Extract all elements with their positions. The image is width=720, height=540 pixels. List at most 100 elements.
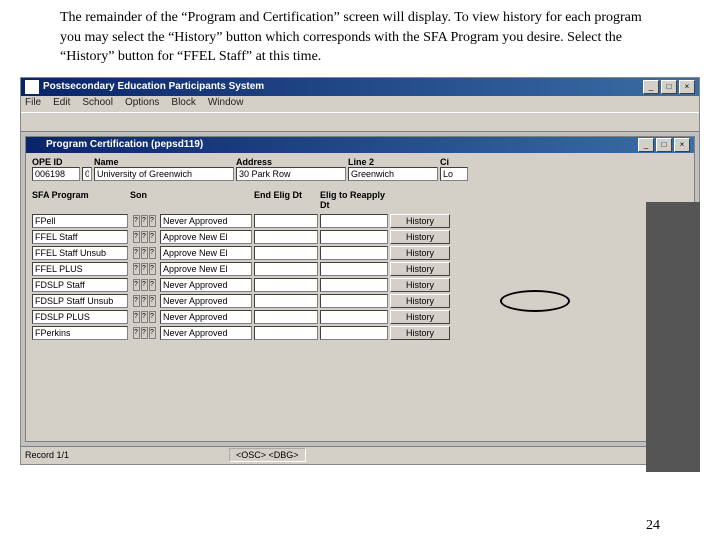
action-icon[interactable]: ? — [149, 279, 156, 291]
action-icon[interactable]: ? — [149, 215, 156, 227]
action-icon[interactable]: ? — [133, 263, 140, 275]
inner-minimize-button[interactable]: _ — [638, 138, 654, 152]
toolbar-button[interactable] — [65, 114, 83, 130]
menu-file[interactable]: File — [25, 97, 41, 111]
inner-close-button[interactable]: × — [674, 138, 690, 152]
action-icon[interactable]: ? — [141, 327, 148, 339]
reapply-cell[interactable] — [320, 262, 388, 276]
menu-edit[interactable]: Edit — [53, 97, 70, 111]
action-icon[interactable]: ? — [133, 311, 140, 323]
program-cell[interactable] — [32, 294, 128, 308]
toolbar-button[interactable] — [45, 114, 63, 130]
action-icon[interactable]: ? — [133, 279, 140, 291]
menu-school[interactable]: School — [82, 97, 113, 111]
history-button[interactable]: History — [390, 214, 450, 228]
action-icon[interactable]: ? — [141, 311, 148, 323]
form-content: OPE ID Name Address Line 2 Ci SFA Progra… — [26, 153, 694, 441]
table-row: ??? History — [32, 325, 688, 341]
statusbar: Record 1/1 <OSC> <DBG> — [21, 446, 699, 464]
son-cell[interactable] — [160, 294, 252, 308]
ope-id-suffix-field[interactable] — [82, 167, 92, 181]
son-cell[interactable] — [160, 262, 252, 276]
end-elig-cell[interactable] — [254, 262, 318, 276]
son-cell[interactable] — [160, 230, 252, 244]
action-icon[interactable]: ? — [133, 215, 140, 227]
reapply-cell[interactable] — [320, 294, 388, 308]
address-field[interactable] — [236, 167, 346, 181]
inner-window: Program Certification (pepsd119) _ □ × O… — [25, 136, 695, 442]
son-cell[interactable] — [160, 278, 252, 292]
history-button[interactable]: History — [390, 246, 450, 260]
end-elig-cell[interactable] — [254, 310, 318, 324]
program-cell[interactable] — [32, 326, 128, 340]
toolbar-button[interactable] — [25, 114, 43, 130]
history-button[interactable]: History — [390, 326, 450, 340]
row-action-icons: ??? — [130, 231, 158, 243]
action-icon[interactable]: ? — [133, 247, 140, 259]
line2-field[interactable] — [348, 167, 438, 181]
program-cell[interactable] — [32, 310, 128, 324]
end-elig-cell[interactable] — [254, 326, 318, 340]
menu-block[interactable]: Block — [171, 97, 195, 111]
inner-maximize-button[interactable]: □ — [656, 138, 672, 152]
son-cell[interactable] — [160, 246, 252, 260]
action-icon[interactable]: ? — [149, 247, 156, 259]
reapply-cell[interactable] — [320, 310, 388, 324]
history-button[interactable]: History — [390, 294, 450, 308]
program-cell[interactable] — [32, 230, 128, 244]
action-icon[interactable]: ? — [149, 295, 156, 307]
reapply-cell[interactable] — [320, 278, 388, 292]
history-button[interactable]: History — [390, 262, 450, 276]
menu-window[interactable]: Window — [208, 97, 244, 111]
row-action-icons: ??? — [130, 215, 158, 227]
end-elig-cell[interactable] — [254, 246, 318, 260]
action-icon[interactable]: ? — [149, 263, 156, 275]
action-icon[interactable]: ? — [141, 279, 148, 291]
city-field[interactable] — [440, 167, 468, 181]
action-icon[interactable]: ? — [141, 231, 148, 243]
action-icon[interactable]: ? — [149, 327, 156, 339]
scroll-gutter — [646, 202, 700, 472]
ope-id-field[interactable] — [32, 167, 80, 181]
table-row: ??? History — [32, 277, 688, 293]
reapply-cell[interactable] — [320, 214, 388, 228]
action-icon[interactable]: ? — [141, 295, 148, 307]
name-field[interactable] — [94, 167, 234, 181]
reapply-cell[interactable] — [320, 246, 388, 260]
end-elig-cell[interactable] — [254, 278, 318, 292]
app-icon — [25, 80, 39, 94]
action-icon[interactable]: ? — [133, 231, 140, 243]
action-icon[interactable]: ? — [149, 311, 156, 323]
son-cell[interactable] — [160, 214, 252, 228]
program-cell[interactable] — [32, 262, 128, 276]
toolbar-button[interactable] — [105, 114, 123, 130]
history-button[interactable]: History — [390, 278, 450, 292]
program-rows: ??? History??? History??? History??? History… — [32, 213, 688, 341]
son-cell[interactable] — [160, 326, 252, 340]
maximize-button[interactable]: □ — [661, 80, 677, 94]
action-icon[interactable]: ? — [133, 295, 140, 307]
end-elig-cell[interactable] — [254, 230, 318, 244]
action-icon[interactable]: ? — [133, 327, 140, 339]
program-cell[interactable] — [32, 214, 128, 228]
end-elig-cell[interactable] — [254, 214, 318, 228]
end-elig-cell[interactable] — [254, 294, 318, 308]
program-cell[interactable] — [32, 278, 128, 292]
program-cell[interactable] — [32, 246, 128, 260]
action-icon[interactable]: ? — [141, 247, 148, 259]
close-button[interactable]: × — [679, 80, 695, 94]
table-row: ??? History — [32, 293, 688, 309]
reapply-cell[interactable] — [320, 326, 388, 340]
action-icon[interactable]: ? — [141, 263, 148, 275]
reapply-cell[interactable] — [320, 230, 388, 244]
minimize-button[interactable]: _ — [643, 80, 659, 94]
son-cell[interactable] — [160, 310, 252, 324]
history-button[interactable]: History — [390, 230, 450, 244]
row-action-icons: ??? — [130, 311, 158, 323]
table-row: ??? History — [32, 229, 688, 245]
action-icon[interactable]: ? — [149, 231, 156, 243]
menu-options[interactable]: Options — [125, 97, 159, 111]
action-icon[interactable]: ? — [141, 215, 148, 227]
history-button[interactable]: History — [390, 310, 450, 324]
toolbar-button[interactable] — [85, 114, 103, 130]
